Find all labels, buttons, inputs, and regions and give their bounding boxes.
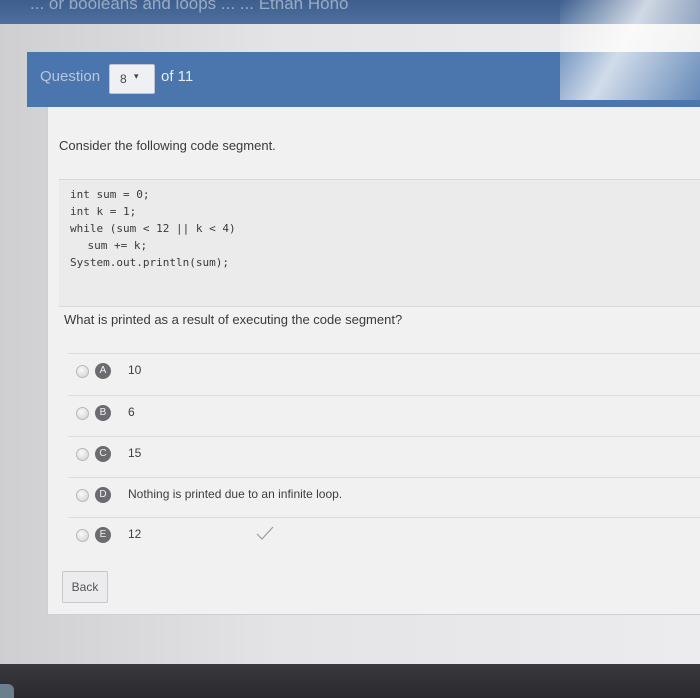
- browser-top-bar: ... or booleans and loops ... ... Ethan …: [0, 0, 700, 24]
- radio-button[interactable]: [76, 365, 89, 378]
- answer-option-b[interactable]: B 6: [68, 395, 700, 436]
- question-panel: Consider the following code segment. int…: [47, 107, 700, 615]
- question-nav-bar: Question 8 ▾ of 11: [27, 52, 700, 107]
- question-total-label: of 11: [161, 68, 194, 85]
- question-label: Question: [40, 68, 101, 85]
- option-text: 10: [128, 363, 142, 377]
- window-title: ... or booleans and loops ... ... Ethan …: [30, 0, 349, 13]
- answer-option-d[interactable]: D Nothing is printed due to an infinite …: [68, 477, 700, 518]
- code-line: System.out.println(sum);: [70, 256, 229, 269]
- code-line: int sum = 0;: [70, 188, 150, 201]
- code-line: while (sum < 12 || k < 4): [70, 222, 236, 235]
- answer-option-c[interactable]: C 15: [68, 436, 700, 477]
- option-letter-badge: D: [95, 487, 111, 503]
- question-text: What is printed as a result of executing…: [64, 312, 403, 327]
- checkmark-icon: [256, 526, 274, 540]
- answer-option-e[interactable]: E 12: [68, 517, 700, 558]
- code-line: sum += k;: [61, 239, 148, 252]
- back-button[interactable]: Back: [62, 571, 108, 603]
- option-letter-badge: C: [95, 446, 111, 462]
- corner-tab: [0, 684, 14, 698]
- monitor-bezel: [0, 664, 700, 698]
- option-text: 12: [128, 527, 142, 541]
- code-block: int sum = 0; int k = 1; while (sum < 12 …: [59, 179, 700, 307]
- radio-button[interactable]: [76, 489, 89, 502]
- chevron-down-icon: ▾: [134, 71, 139, 81]
- option-letter-badge: E: [95, 527, 111, 543]
- radio-button[interactable]: [76, 407, 89, 420]
- radio-button[interactable]: [76, 448, 89, 461]
- current-question-number: 8: [120, 72, 127, 86]
- option-letter-badge: B: [95, 405, 111, 421]
- option-letter-badge: A: [95, 363, 111, 379]
- question-prompt: Consider the following code segment.: [59, 138, 276, 153]
- option-text: Nothing is printed due to an infinite lo…: [128, 487, 343, 501]
- question-number-select[interactable]: 8 ▾: [109, 64, 155, 94]
- option-text: 15: [128, 446, 142, 460]
- code-line: int k = 1;: [70, 205, 137, 218]
- answer-option-a[interactable]: A 10: [68, 353, 700, 394]
- option-text: 6: [128, 405, 135, 419]
- radio-button[interactable]: [76, 529, 89, 542]
